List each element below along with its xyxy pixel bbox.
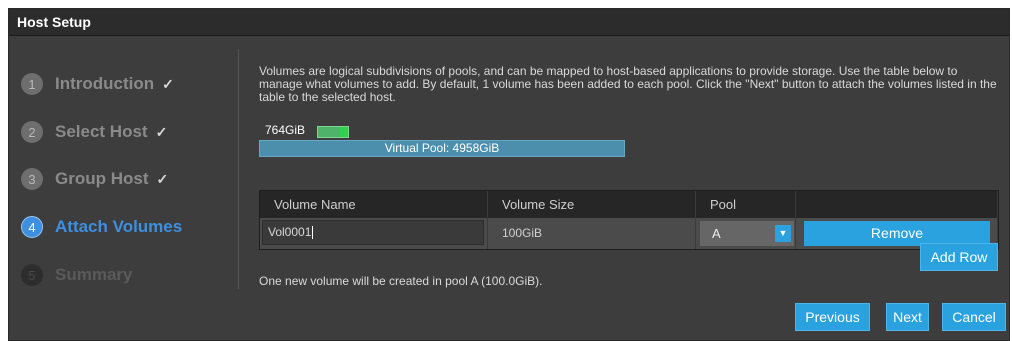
step-label: Introduction: [55, 74, 155, 93]
vertical-divider: [238, 49, 239, 289]
wizard-steps: 1 Introduction ✓ 2 Select Host ✓ 3 Group…: [9, 36, 237, 296]
pool-used-label: 764GiB: [265, 123, 306, 137]
column-header-volume-name: Volume Name: [260, 191, 488, 218]
step-number-badge: 2: [21, 121, 43, 143]
checkmark-icon: ✓: [162, 75, 174, 92]
column-header-actions: [796, 191, 998, 218]
pool-select-value: A: [712, 226, 721, 241]
volume-size-cell[interactable]: 100GiB: [488, 218, 696, 249]
previous-button[interactable]: Previous: [795, 303, 870, 331]
step-number-badge: 5: [21, 264, 43, 286]
column-header-volume-size: Volume Size: [488, 191, 696, 218]
pool-select[interactable]: A ▼: [700, 221, 794, 246]
status-note: One new volume will be created in pool A…: [259, 274, 543, 288]
next-button[interactable]: Next: [886, 303, 929, 331]
step-label: Attach Volumes: [55, 217, 183, 236]
step-label: Group Host: [55, 169, 149, 188]
add-row-button[interactable]: Add Row: [920, 243, 998, 271]
checkmark-icon: ✓: [155, 123, 168, 140]
table-header: Volume Name Volume Size Pool: [260, 191, 998, 218]
step-introduction[interactable]: 1 Introduction ✓: [21, 69, 174, 99]
dropdown-arrow-icon[interactable]: ▼: [775, 225, 791, 242]
volumes-table: Volume Name Volume Size Pool Vol0001 100…: [259, 190, 999, 250]
table-row: Vol0001 100GiB A ▼ Remove: [260, 218, 998, 249]
description-text: Volumes are logical subdivisions of pool…: [259, 64, 997, 104]
step-label: Summary: [55, 265, 133, 284]
checkmark-icon: ✓: [156, 170, 169, 187]
step-number-badge: 3: [21, 168, 43, 190]
host-setup-window: Host Setup 1 Introduction ✓ 2 Select Hos…: [8, 8, 1010, 341]
step-number-badge: 4: [21, 216, 43, 238]
step-select-host[interactable]: 2 Select Host ✓: [21, 117, 167, 147]
step-group-host[interactable]: 3 Group Host ✓: [21, 164, 168, 194]
text-cursor: [312, 226, 314, 240]
step-summary: 5 Summary: [21, 260, 132, 290]
cancel-button[interactable]: Cancel: [942, 303, 1006, 331]
step-number-badge: 1: [21, 73, 43, 95]
pool-used-indicator: [317, 126, 349, 138]
volume-name-value: Vol0001: [268, 225, 312, 239]
virtual-pool-bar: Virtual Pool: 4958GiB: [259, 140, 625, 157]
volume-name-input[interactable]: Vol0001: [262, 220, 484, 245]
window-title: Host Setup: [9, 9, 1009, 36]
step-attach-volumes[interactable]: 4 Attach Volumes: [21, 212, 182, 242]
column-header-pool: Pool: [696, 191, 796, 218]
step-label: Select Host: [55, 122, 148, 141]
